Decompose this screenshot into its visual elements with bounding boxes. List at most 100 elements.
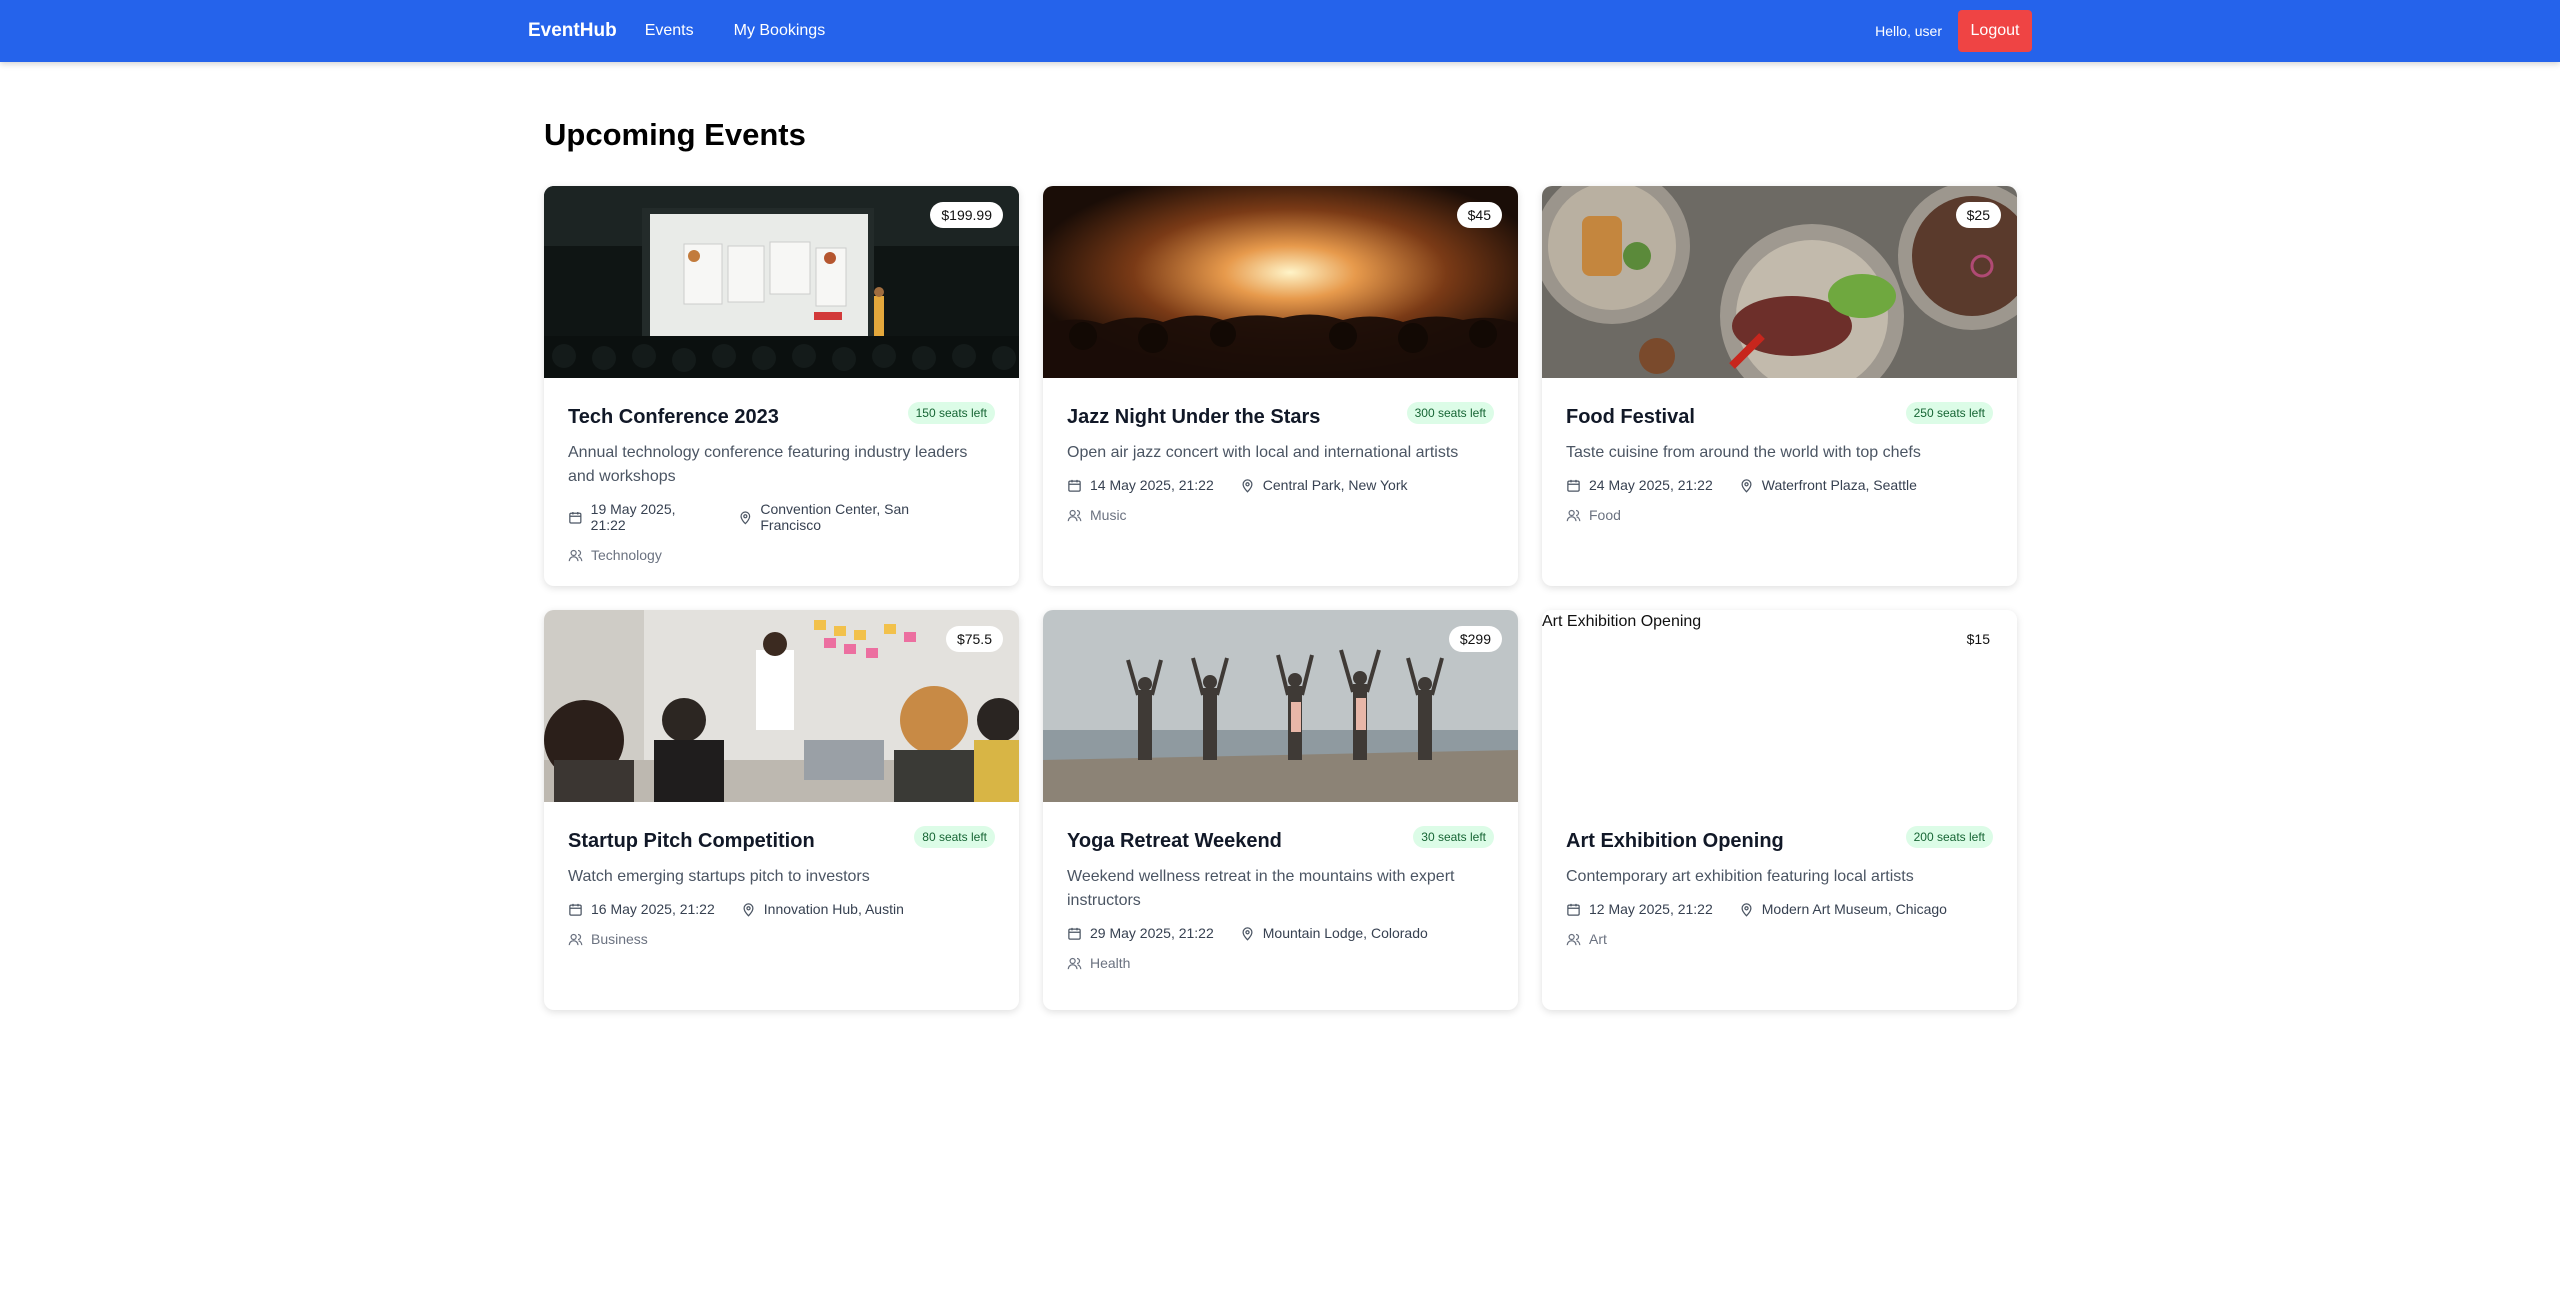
event-card-body: Jazz Night Under the Stars 300 seats lef… — [1043, 378, 1518, 523]
event-card-body: Yoga Retreat Weekend 30 seats left Weeke… — [1043, 802, 1518, 971]
event-meta-row: 24 May 2025, 21:22 Waterfront Plaza, Sea… — [1566, 477, 1993, 493]
calendar-icon — [569, 903, 582, 916]
event-date-text: 24 May 2025, 21:22 — [1589, 477, 1713, 493]
price-badge: $45 — [1456, 202, 1502, 228]
nav-link-events[interactable]: Events — [645, 22, 694, 40]
event-card[interactable]: $45 Jazz Night Under the Stars 300 seats… — [1043, 186, 1518, 586]
event-description: Contemporary art exhibition featuring lo… — [1566, 868, 1914, 885]
event-title: Startup Pitch Competition — [568, 830, 815, 852]
event-title-row: Jazz Night Under the Stars 300 seats lef… — [1067, 400, 1494, 429]
event-category: Music — [1067, 507, 1494, 523]
page-title: Upcoming Events — [544, 117, 806, 152]
event-meta-row: 16 May 2025, 21:22 Innovation Hub, Austi… — [568, 901, 995, 917]
event-title-row: Art Exhibition Opening 200 seats left — [1566, 824, 1993, 853]
seats-left-badge: 200 seats left — [1905, 826, 1993, 848]
event-image: $75.5 — [544, 610, 1019, 802]
users-icon — [1067, 509, 1082, 521]
map-pin-icon — [740, 510, 750, 524]
user-greeting: Hello, user — [1875, 23, 1942, 39]
calendar-icon — [1567, 479, 1580, 492]
event-card[interactable]: $25 Food Festival 250 seats left Taste c… — [1542, 186, 2017, 586]
price-badge: $199.99 — [930, 202, 1003, 228]
navbar: EventHub Events My Bookings Hello, user … — [0, 0, 2560, 62]
map-pin-icon — [743, 902, 754, 917]
nav-link-my-bookings[interactable]: My Bookings — [734, 22, 826, 40]
event-description: Open air jazz concert with local and int… — [1067, 444, 1459, 461]
event-card-body: Startup Pitch Competition 80 seats left … — [544, 802, 1019, 947]
price-badge: $25 — [1955, 202, 2001, 228]
event-description: Taste cuisine from around the world with… — [1566, 444, 1921, 461]
event-meta-row: 12 May 2025, 21:22 Modern Art Museum, Ch… — [1566, 901, 1993, 917]
event-title: Tech Conference 2023 — [568, 406, 779, 428]
map-pin-icon — [1242, 478, 1253, 493]
event-meta-row: 14 May 2025, 21:22 Central Park, New Yor… — [1067, 477, 1494, 493]
event-image: $25 — [1542, 186, 2017, 378]
map-pin-icon — [1741, 902, 1752, 917]
event-date-text: 29 May 2025, 21:22 — [1090, 925, 1214, 941]
event-category-text: Music — [1090, 507, 1127, 523]
event-card-body: Food Festival 250 seats left Taste cuisi… — [1542, 378, 2017, 523]
event-date: 29 May 2025, 21:22 — [1067, 925, 1214, 941]
event-location-text: Central Park, New York — [1262, 477, 1408, 493]
event-date-text: 16 May 2025, 21:22 — [591, 901, 715, 917]
event-title-row: Startup Pitch Competition 80 seats left — [568, 824, 995, 853]
map-pin-icon — [1242, 926, 1253, 941]
event-title: Food Festival — [1566, 406, 1695, 428]
event-location: Central Park, New York — [1240, 477, 1408, 493]
event-description: Watch emerging startups pitch to investo… — [568, 868, 870, 885]
food-photo — [1542, 186, 2017, 378]
price-badge: $299 — [1448, 626, 1502, 652]
navbar-inner: EventHub Events My Bookings Hello, user … — [528, 0, 2032, 62]
event-card[interactable]: $199.99 Tech Conference 2023 150 seats l… — [544, 186, 1019, 586]
event-card[interactable]: Art Exhibition Opening $15 Art Exhibitio… — [1542, 610, 2017, 1010]
concert-photo — [1043, 186, 1518, 378]
logout-button[interactable]: Logout — [1958, 10, 2032, 52]
event-title-row: Yoga Retreat Weekend 30 seats left — [1067, 824, 1494, 853]
event-card-body: Tech Conference 2023 150 seats left Annu… — [544, 378, 1019, 563]
event-category-text: Technology — [591, 547, 662, 563]
event-meta-row: 29 May 2025, 21:22 Mountain Lodge, Color… — [1067, 925, 1494, 941]
event-location: Mountain Lodge, Colorado — [1240, 925, 1428, 941]
event-date: 19 May 2025, 21:22 — [568, 501, 712, 533]
seats-left-badge: 80 seats left — [914, 826, 995, 848]
event-title: Art Exhibition Opening — [1566, 830, 1784, 852]
calendar-icon — [1068, 479, 1081, 492]
event-category: Business — [568, 931, 995, 947]
event-category: Art — [1566, 931, 1993, 947]
event-image: $199.99 — [544, 186, 1019, 378]
users-icon — [568, 933, 583, 945]
event-title-row: Tech Conference 2023 150 seats left — [568, 400, 995, 429]
event-title-row: Food Festival 250 seats left — [1566, 400, 1993, 429]
event-category-text: Food — [1589, 507, 1621, 523]
event-card[interactable]: $299 Yoga Retreat Weekend 30 seats left … — [1043, 610, 1518, 1010]
event-category-text: Health — [1090, 955, 1131, 971]
event-date: 14 May 2025, 21:22 — [1067, 477, 1214, 493]
calendar-icon — [1567, 903, 1580, 916]
event-location: Innovation Hub, Austin — [741, 901, 904, 917]
event-description: Weekend wellness retreat in the mountain… — [1067, 868, 1455, 909]
brand-logo-link[interactable]: EventHub — [528, 20, 617, 42]
users-icon — [1067, 957, 1082, 969]
event-card-body: Art Exhibition Opening 200 seats left Co… — [1542, 802, 2017, 947]
event-date-text: 12 May 2025, 21:22 — [1589, 901, 1713, 917]
seats-left-badge: 150 seats left — [907, 402, 995, 424]
event-title: Jazz Night Under the Stars — [1067, 406, 1321, 428]
navbar-user-area: Hello, user Logout — [1875, 10, 2032, 52]
seats-left-badge: 250 seats left — [1905, 402, 1993, 424]
event-category: Food — [1566, 507, 1993, 523]
event-location-text: Mountain Lodge, Colorado — [1262, 925, 1428, 941]
event-card[interactable]: $75.5 Startup Pitch Competition 80 seats… — [544, 610, 1019, 1010]
event-meta-row: 19 May 2025, 21:22 Convention Center, Sa… — [568, 501, 995, 533]
event-image-alt-text: Art Exhibition Opening — [1542, 613, 1702, 630]
price-badge: $75.5 — [945, 626, 1003, 652]
map-pin-icon — [1741, 478, 1752, 493]
event-image: $299 — [1043, 610, 1518, 802]
event-image: Art Exhibition Opening $15 — [1542, 610, 2017, 802]
users-icon — [1566, 509, 1581, 521]
event-date-text: 19 May 2025, 21:22 — [590, 501, 676, 533]
event-location-text: Modern Art Museum, Chicago — [1761, 901, 1947, 917]
calendar-icon — [1068, 927, 1081, 940]
event-category: Technology — [568, 547, 995, 563]
event-date: 12 May 2025, 21:22 — [1566, 901, 1713, 917]
event-location-text: Innovation Hub, Austin — [763, 901, 904, 917]
